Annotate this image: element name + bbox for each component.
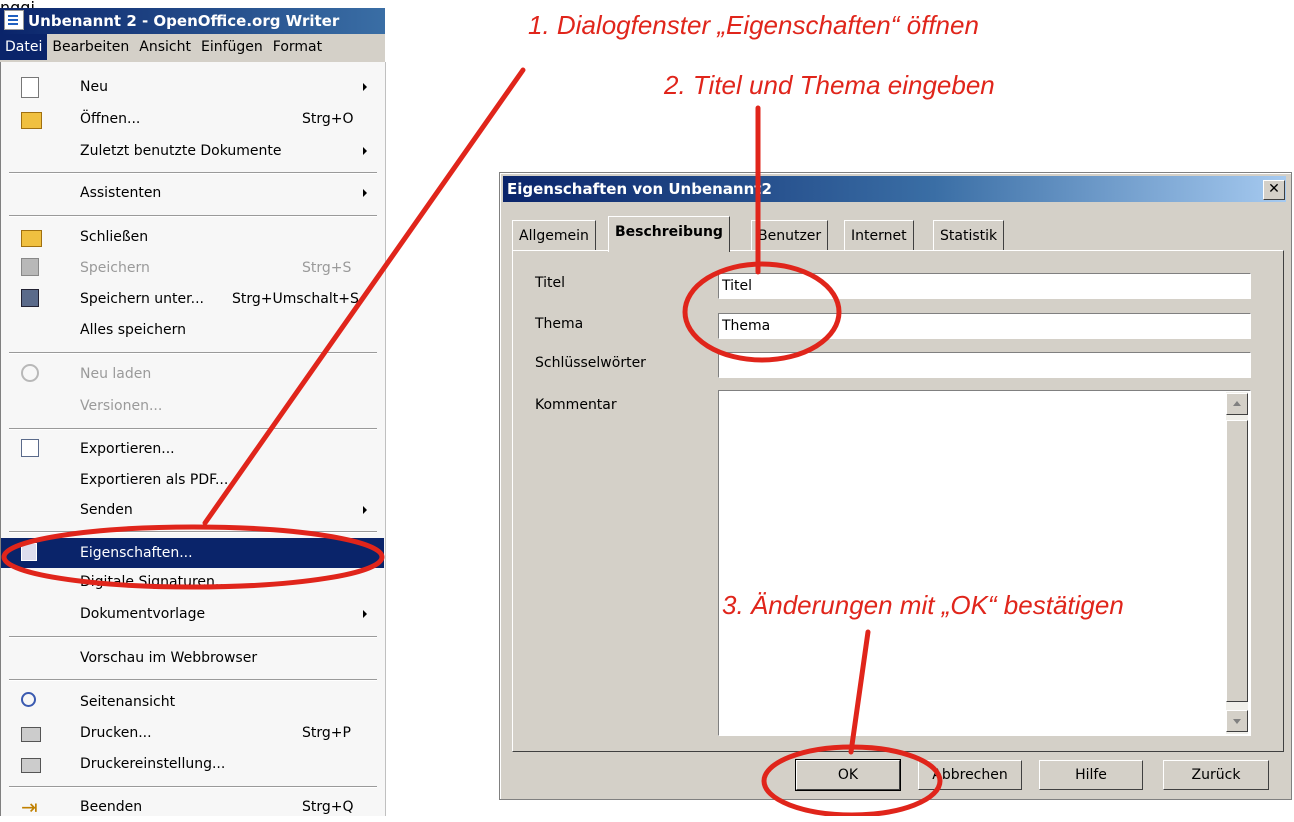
pointer-line-step-3 bbox=[848, 629, 871, 755]
highlight-ellipse-ok bbox=[761, 744, 943, 816]
annotation-overlay bbox=[1, 67, 943, 816]
pointer-line-step-1 bbox=[202, 67, 526, 526]
tab-beschreibung[interactable]: Beschreibung bbox=[608, 216, 730, 252]
highlight-ellipse-title-theme bbox=[682, 261, 842, 363]
highlight-ellipse-eigenschaften bbox=[1, 524, 385, 590]
